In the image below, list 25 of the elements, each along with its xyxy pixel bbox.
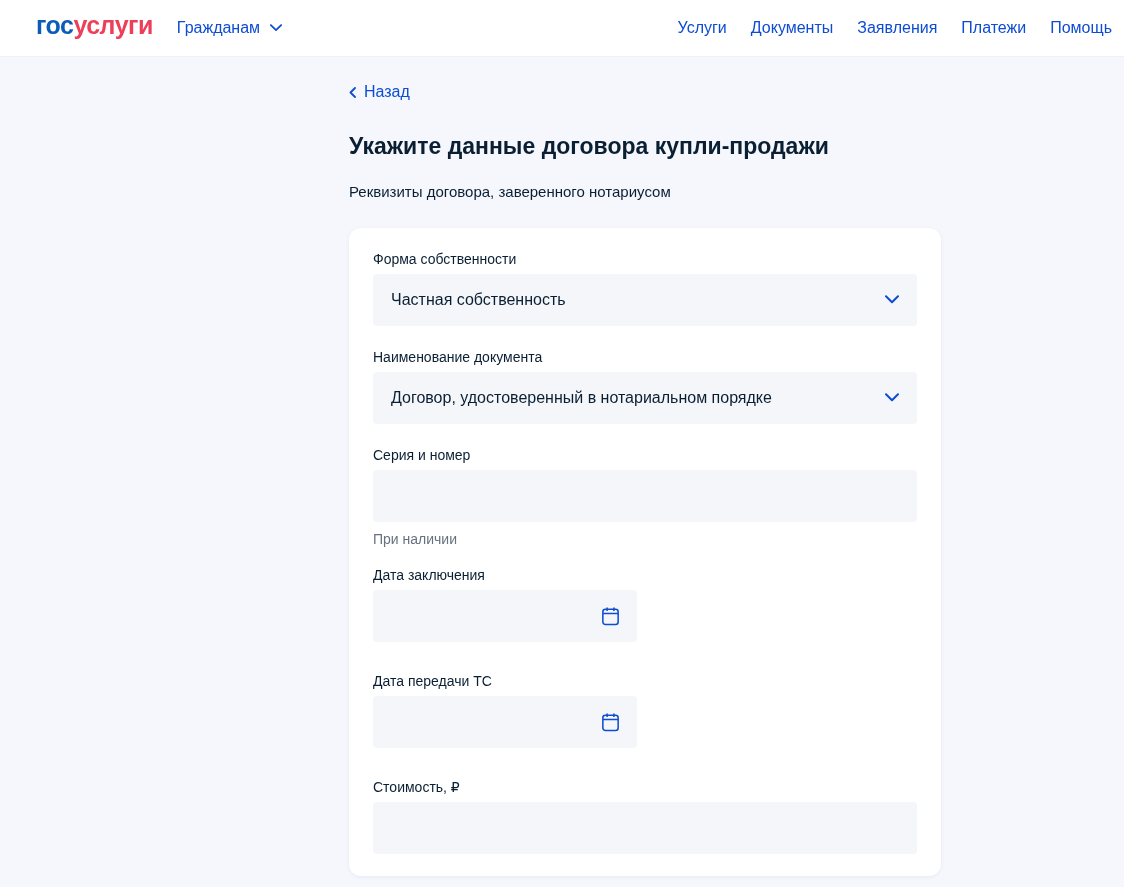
chevron-down-icon (270, 24, 283, 32)
select-field[interactable]: Частная собственность (373, 273, 917, 326)
page-subtitle: Реквизиты договора, заверенного нотариусом (349, 181, 672, 202)
field-label: Дата передачи ТС (373, 671, 493, 690)
audience-menu[interactable]: Гражданам (176, 19, 283, 37)
nav-link[interactable]: Услуги (677, 19, 727, 37)
chevron-left-icon (349, 86, 356, 98)
nav-link[interactable]: Документы (750, 19, 834, 37)
nav-link[interactable]: Помощь (1050, 19, 1112, 37)
field-label: Стоимость, ₽ (373, 777, 461, 796)
field-label: Наименование документа (373, 347, 544, 366)
chevron-down-icon (885, 295, 899, 304)
select-field[interactable]: Договор, удостоверенный в нотариальном порядке (373, 371, 917, 424)
date-field[interactable] (373, 589, 637, 642)
field-label: Серия и номер (373, 445, 472, 464)
nav-link[interactable]: Платежи (961, 19, 1027, 37)
date-field[interactable] (373, 695, 637, 748)
back-link[interactable]: Назад (349, 83, 410, 101)
logo[interactable]: госуслуги (36, 10, 153, 40)
field-label: Дата заключения (373, 565, 486, 584)
chevron-down-icon (885, 393, 899, 402)
page-title: Укажите данные договора купли-продажи (349, 131, 830, 161)
nav-link[interactable]: Заявления (857, 19, 938, 37)
field-hint: При наличии (373, 529, 458, 548)
field-label: Форма собственности (373, 249, 518, 268)
